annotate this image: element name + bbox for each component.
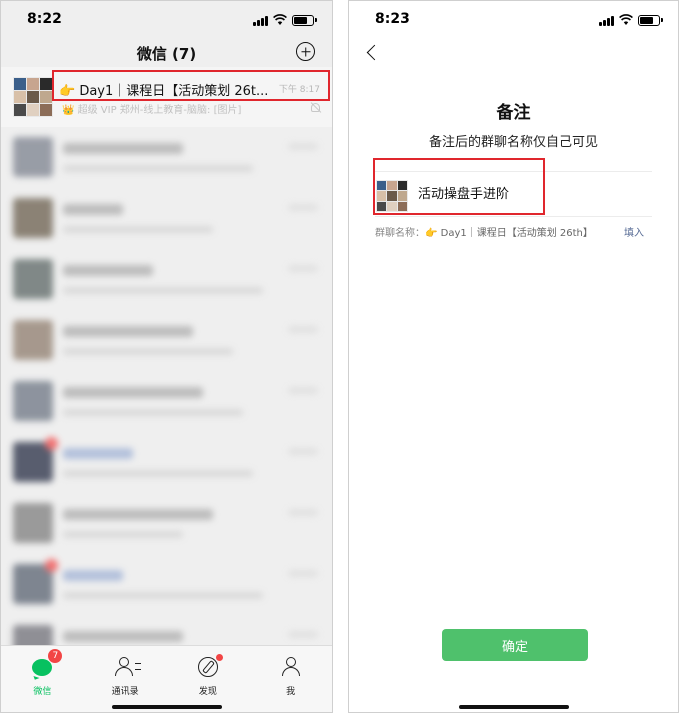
chat-list[interactable]: 👉 Day1｜课程日【活动策划 26t... 下午 8:17 👑 超级 VIP … — [1, 67, 332, 647]
fill-link[interactable]: 填入 — [624, 224, 644, 239]
status-time: 8:23 — [375, 11, 410, 27]
blurred-chat-item[interactable] — [1, 310, 332, 371]
tab-label: 我 — [286, 687, 296, 697]
page-subtitle: 备注后的群聊名称仅自己可见 — [428, 135, 598, 150]
wifi-icon — [273, 14, 287, 25]
blurred-chat-item[interactable] — [1, 493, 332, 554]
contacts-icon — [114, 656, 142, 678]
blurred-chat-item[interactable] — [1, 249, 332, 310]
blurred-chat-item[interactable] — [1, 127, 332, 188]
unread-badge: 7 — [48, 649, 63, 663]
group-name-value: 👉 Day1｜课程日【活动策划 26th】 — [425, 228, 593, 239]
highlight-box — [373, 158, 545, 215]
tab-discover[interactable]: 发现 — [167, 646, 250, 712]
blurred-chat-item[interactable] — [1, 615, 332, 647]
status-icons — [599, 14, 663, 26]
battery-icon — [638, 15, 663, 26]
add-button[interactable] — [296, 42, 315, 61]
wifi-icon — [619, 14, 633, 25]
tab-contacts[interactable]: 通讯录 — [84, 646, 167, 712]
battery-icon — [292, 15, 317, 26]
group-name-label: 群聊名称： — [375, 228, 425, 239]
blurred-chat-item[interactable] — [1, 371, 332, 432]
back-icon[interactable] — [366, 44, 383, 61]
tab-me[interactable]: 我 — [249, 646, 332, 712]
tab-label: 通讯录 — [111, 687, 139, 697]
status-icons — [253, 14, 317, 26]
home-indicator — [458, 705, 569, 709]
me-icon — [280, 656, 302, 678]
tab-label: 微信 — [33, 687, 52, 697]
chat-preview: 👑 超级 VIP 郑州-线上教育-脑脑: [图片] — [62, 105, 242, 116]
signal-icon — [253, 16, 268, 26]
blurred-chat-item[interactable] — [1, 554, 332, 615]
highlight-box — [52, 70, 330, 101]
status-bar: 8:23 — [349, 1, 678, 37]
remark-screen: 8:23 备注 备注后的群聊名称仅自己可见 群聊名称：👉 Day1｜课程日【活动… — [348, 0, 679, 713]
tab-chats[interactable]: 7 微信 — [1, 646, 84, 712]
page-title: 备注 — [496, 103, 531, 123]
chat-list-screen: 8:22 微信 (7) 👉 Day1｜课程日【活动策划 26t... 下午 8:… — [0, 0, 333, 713]
blurred-chat-item[interactable] — [1, 432, 332, 493]
page-title: 微信 (7) — [136, 45, 197, 63]
signal-icon — [599, 16, 614, 26]
home-indicator — [111, 705, 222, 709]
tab-bar: 7 微信 通讯录 发现 我 — [1, 645, 332, 712]
blurred-chat-item[interactable] — [1, 188, 332, 249]
status-time: 8:22 — [27, 11, 62, 27]
confirm-button[interactable]: 确定 — [442, 629, 588, 661]
tab-label: 发现 — [198, 687, 217, 697]
group-name-line: 群聊名称：👉 Day1｜课程日【活动策划 26th】 — [375, 224, 593, 239]
group-avatar — [13, 77, 53, 117]
dot-badge — [215, 654, 223, 661]
mute-icon — [311, 103, 320, 112]
status-bar: 8:22 — [1, 1, 332, 37]
